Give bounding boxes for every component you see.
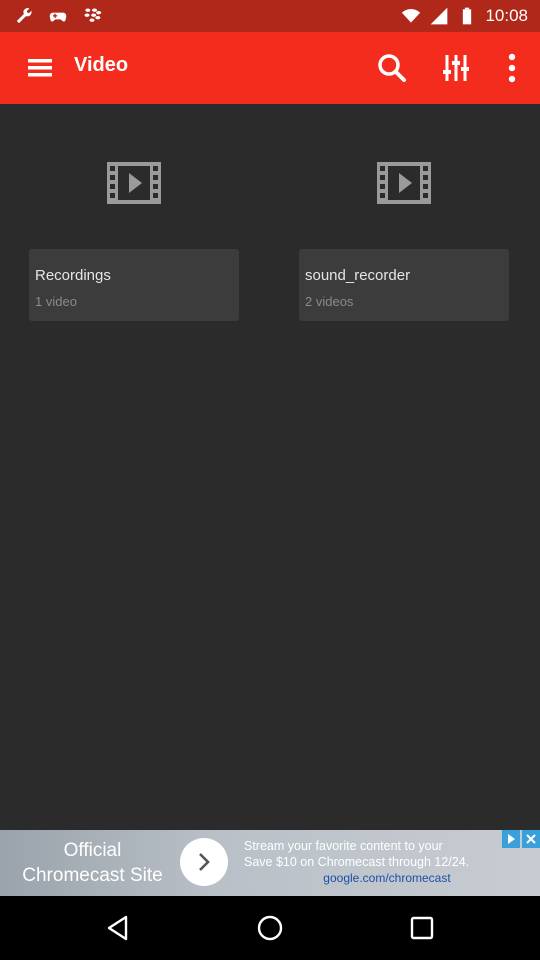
status-bar: 10:08 bbox=[0, 0, 540, 32]
folder-name: sound_recorder bbox=[305, 267, 411, 284]
video-folder-grid: Recordings 1 video sound_recorder 2 vide… bbox=[0, 104, 540, 830]
ad-link[interactable]: google.com/chromecast bbox=[244, 870, 530, 886]
ad-controls bbox=[502, 830, 540, 850]
video-folder-icon bbox=[107, 162, 161, 204]
search-button[interactable] bbox=[364, 32, 420, 104]
ad-title: Official Chromecast Site bbox=[20, 838, 165, 888]
equalizer-icon bbox=[443, 55, 469, 81]
battery-icon bbox=[463, 7, 472, 25]
more-vert-icon bbox=[508, 53, 516, 83]
folder-card: sound_recorder 2 videos bbox=[299, 249, 509, 321]
equalizer-button[interactable] bbox=[428, 32, 484, 104]
ad-choices-icon bbox=[508, 834, 515, 844]
ad-body-line1: Stream your favorite content to your bbox=[244, 839, 443, 853]
gamepad-icon bbox=[49, 12, 67, 22]
video-folder-icon bbox=[377, 162, 431, 204]
ad-body: Stream your favorite content to your Sav… bbox=[244, 838, 530, 886]
ad-body-line2: Save $10 on Chromecast through 12/24. bbox=[244, 855, 470, 869]
ad-title-line1: Official bbox=[63, 840, 122, 861]
blackberry-icon bbox=[84, 8, 102, 22]
close-icon bbox=[526, 834, 536, 844]
more-options-button[interactable] bbox=[484, 32, 540, 104]
menu-button[interactable] bbox=[14, 32, 68, 104]
navigation-bar bbox=[0, 896, 540, 960]
back-icon bbox=[107, 915, 128, 941]
app-bar: Video bbox=[0, 32, 540, 104]
ad-info-button[interactable] bbox=[502, 830, 520, 848]
folder-count: 2 videos bbox=[305, 294, 354, 309]
wrench-icon bbox=[16, 8, 32, 24]
folder-name: Recordings bbox=[35, 267, 111, 284]
ad-banner[interactable]: Official Chromecast Site Stream your fav… bbox=[0, 830, 540, 896]
page-title: Video bbox=[74, 54, 129, 76]
recents-button[interactable] bbox=[377, 896, 467, 960]
signal-icon bbox=[431, 7, 448, 25]
folder-card: Recordings 1 video bbox=[29, 249, 239, 321]
ad-close-button[interactable] bbox=[522, 830, 540, 848]
home-button[interactable] bbox=[225, 896, 315, 960]
status-time: 10:08 bbox=[485, 6, 528, 25]
ad-title-line2: Chromecast Site bbox=[22, 865, 163, 886]
wifi-icon bbox=[402, 9, 421, 23]
home-icon bbox=[257, 915, 283, 941]
back-button[interactable] bbox=[73, 896, 163, 960]
search-icon bbox=[378, 54, 406, 82]
menu-icon bbox=[28, 59, 52, 77]
recents-icon bbox=[410, 916, 434, 940]
chevron-right-icon bbox=[199, 853, 210, 871]
ad-open-button[interactable] bbox=[180, 838, 228, 886]
folder-count: 1 video bbox=[35, 294, 77, 309]
